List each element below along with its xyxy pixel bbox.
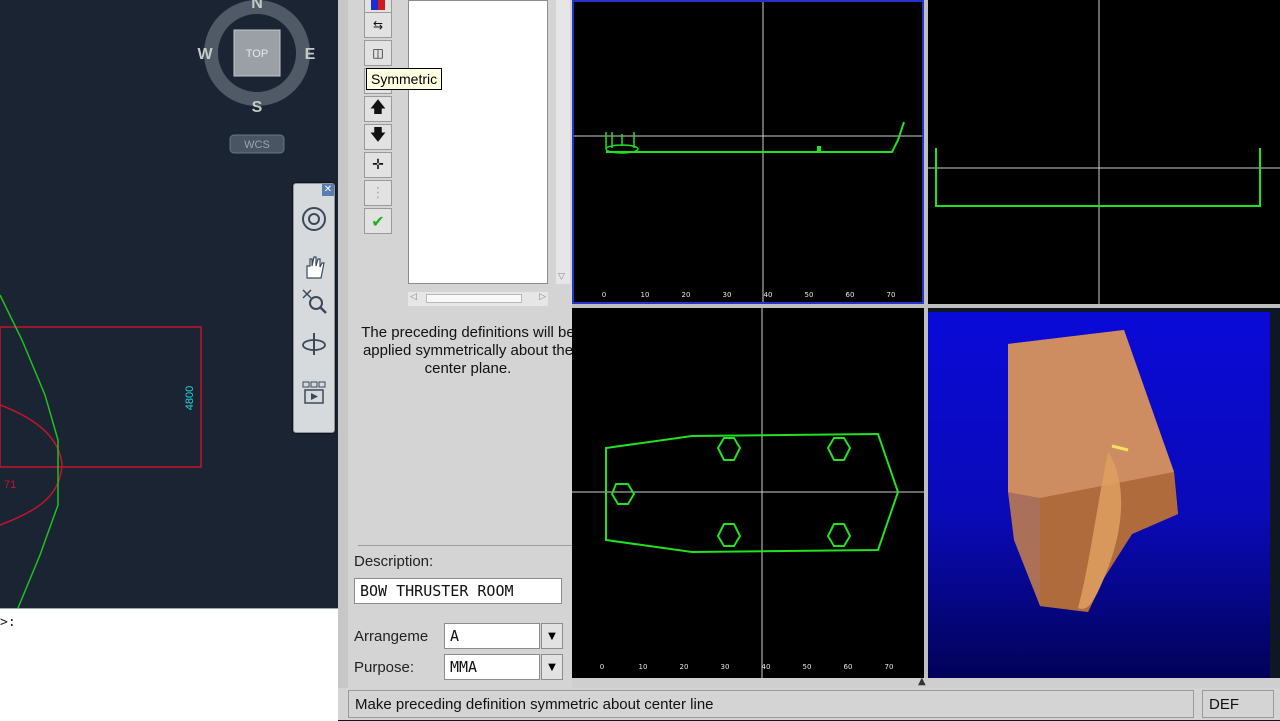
arrangement-label: Arrangeme bbox=[354, 628, 429, 645]
orbit-icon[interactable] bbox=[299, 329, 329, 359]
purpose-label: Purpose: bbox=[354, 659, 415, 676]
section-drawing bbox=[928, 0, 1280, 304]
plan-outline bbox=[605, 432, 900, 554]
split-arrow-icon[interactable]: ▲ bbox=[918, 676, 926, 687]
steering-wheel-icon[interactable] bbox=[299, 204, 329, 234]
profile-marker bbox=[817, 146, 821, 151]
command-line[interactable]: >: bbox=[0, 608, 338, 721]
ruler-tick-label: 20 bbox=[680, 663, 689, 671]
status-bar: Make preceding definition symmetric abou… bbox=[338, 688, 1280, 720]
navigation-bar: ✕ bbox=[293, 183, 335, 433]
ruler-tick-label: 10 bbox=[641, 291, 650, 299]
profile-view[interactable]: 0 10 20 30 40 50 60 70 bbox=[572, 0, 924, 304]
command-prompt: >: bbox=[0, 615, 16, 630]
showmotion-icon[interactable] bbox=[299, 378, 329, 408]
list-horizontal-scrollbar[interactable]: ◁ ▷ bbox=[408, 292, 548, 306]
navbar-close-icon[interactable]: ✕ bbox=[322, 184, 334, 196]
ruler-tick-label: 40 bbox=[764, 291, 773, 299]
description-field[interactable]: BOW THRUSTER ROOM bbox=[354, 578, 562, 604]
ruler-tick-label: 40 bbox=[762, 663, 771, 671]
cad-drawing: TOP N S E W WCS 4800 71 bbox=[0, 0, 316, 608]
ruler-tick-label: 60 bbox=[844, 663, 853, 671]
ruler-tick-label: 60 bbox=[846, 291, 855, 299]
ruler-top-left: 0 10 20 30 40 50 60 70 bbox=[602, 291, 896, 299]
status-message: Make preceding definition symmetric abou… bbox=[348, 690, 1194, 718]
mirror-icon[interactable]: ⇆ bbox=[364, 12, 392, 38]
compass-east-label: E bbox=[305, 46, 316, 63]
split-icon[interactable]: ◫ bbox=[364, 40, 392, 66]
compass-west-label: W bbox=[197, 46, 213, 63]
ruler-tick-label: 30 bbox=[723, 291, 732, 299]
section-view[interactable] bbox=[928, 0, 1280, 304]
render-3d-view[interactable] bbox=[928, 312, 1270, 678]
add-point-icon[interactable]: ✛ bbox=[364, 152, 392, 178]
cad-viewport[interactable]: TOP N S E W WCS 4800 71 ✕ bbox=[0, 0, 338, 608]
ruler-tick-label: 0 bbox=[600, 663, 604, 671]
solid-top-face bbox=[1008, 330, 1174, 498]
ruler-tick-label: 70 bbox=[885, 663, 894, 671]
vertical-splitter[interactable] bbox=[924, 0, 928, 690]
check-icon[interactable]: ✔ bbox=[364, 208, 392, 234]
definition-dialog: ⇆ ◫ ⇄ 🡅 🡇 ✛ ⋮ ✔ ▽ ◁ ▷ The preceding defi… bbox=[338, 0, 576, 720]
arrangement-dropdown-icon[interactable]: ▼ bbox=[541, 623, 563, 649]
section-outline bbox=[935, 148, 1261, 207]
ruler-tick-label: 0 bbox=[602, 291, 606, 299]
move-down-icon[interactable]: 🡇 bbox=[364, 124, 392, 150]
ruler-tick-label: 50 bbox=[803, 663, 812, 671]
list-vertical-scrollbar[interactable]: ▽ bbox=[556, 0, 570, 284]
tooltip: Symmetric bbox=[366, 68, 443, 90]
definitions-list[interactable] bbox=[408, 0, 548, 284]
divider bbox=[358, 545, 576, 546]
arrangement-field[interactable]: A bbox=[444, 623, 540, 649]
status-mode: DEF bbox=[1202, 690, 1274, 718]
hatch-boundary bbox=[0, 326, 202, 468]
compass-south-label: S bbox=[252, 99, 263, 116]
side-label: 71 bbox=[4, 479, 16, 491]
disabled-icon: ⋮ bbox=[364, 180, 392, 206]
scroll-thumb[interactable] bbox=[426, 294, 522, 303]
move-up-icon[interactable]: 🡅 bbox=[364, 96, 392, 122]
wcs-label: WCS bbox=[244, 139, 270, 151]
ruler-tick-label: 10 bbox=[639, 663, 648, 671]
ruler-tick-label: 70 bbox=[887, 291, 896, 299]
ruler-bottom-left: 0 10 20 30 40 50 60 70 bbox=[600, 663, 894, 671]
dimension-text: 4800 bbox=[184, 386, 196, 410]
compass-north-label: N bbox=[251, 0, 263, 12]
ruler-tick-label: 30 bbox=[721, 663, 730, 671]
ruler-tick-label: 20 bbox=[682, 291, 691, 299]
hull-line bbox=[0, 294, 59, 608]
viewcube-top-label: TOP bbox=[246, 48, 268, 60]
render-3d-drawing bbox=[1008, 330, 1178, 612]
purpose-dropdown-icon[interactable]: ▼ bbox=[541, 654, 563, 680]
plan-view[interactable]: 0 10 20 30 40 50 60 70 bbox=[572, 308, 924, 678]
description-label: Description: bbox=[354, 553, 434, 570]
plan-drawing: 0 10 20 30 40 50 60 70 bbox=[572, 308, 924, 678]
profile-drawing: 0 10 20 30 40 50 60 70 bbox=[574, 2, 922, 302]
horizontal-splitter[interactable] bbox=[572, 304, 1280, 308]
pan-icon[interactable] bbox=[299, 252, 329, 282]
ruler-tick-label: 50 bbox=[805, 291, 814, 299]
help-text: The preceding definitions will be applie… bbox=[361, 324, 575, 377]
zoom-icon[interactable] bbox=[299, 286, 329, 316]
purpose-field[interactable]: MMA bbox=[444, 654, 540, 680]
profile-line bbox=[606, 121, 905, 153]
